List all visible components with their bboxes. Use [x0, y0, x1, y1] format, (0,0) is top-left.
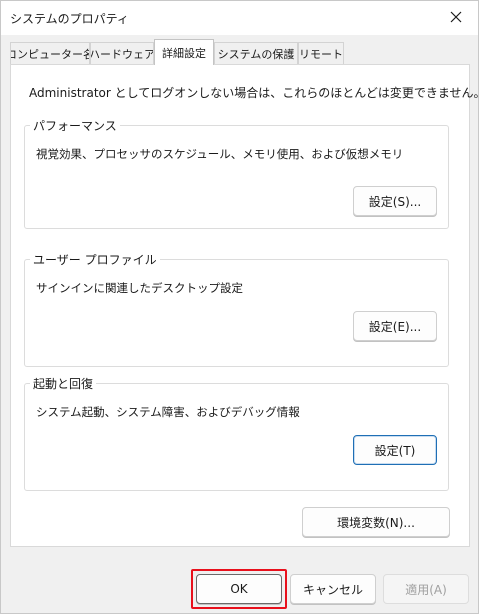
startup-recovery-settings-button[interactable]: 設定(T) [353, 435, 437, 465]
tab-label: 詳細設定 [162, 46, 206, 60]
user-profile-label: ユーザー プロファイル [30, 251, 160, 268]
cancel-label: キャンセル [302, 582, 363, 597]
ok-label: OK [230, 582, 248, 596]
tab-hardware[interactable]: ハードウェア [90, 42, 154, 64]
performance-settings-label: 設定(S)... [368, 194, 422, 209]
close-icon [450, 11, 462, 23]
performance-settings-button[interactable]: 設定(S)... [353, 186, 437, 216]
user-profile-description: サインインに関連したデスクトップ設定 [36, 281, 243, 295]
apply-label: 適用(A) [405, 582, 447, 597]
admin-note: Administrator としてログオンしない場合は、これらのほとんどは変更で… [29, 86, 479, 100]
tab-advanced[interactable]: 詳細設定 [154, 39, 214, 65]
system-properties-dialog: システムのプロパティ コンピューター名 ハードウェア 詳細設定 システムの保護 … [0, 0, 479, 614]
startup-recovery-description: システム起動、システム障害、およびデバッグ情報 [36, 405, 300, 419]
startup-recovery-settings-label: 設定(T) [374, 443, 416, 458]
performance-label: パフォーマンス [30, 117, 120, 134]
advanced-tab-panel: Administrator としてログオンしない場合は、これらのほとんどは変更で… [10, 64, 478, 547]
tab-label: ハードウェア [90, 47, 154, 61]
startup-recovery-label: 起動と回復 [30, 375, 97, 392]
apply-button[interactable]: 適用(A) [383, 574, 469, 604]
environment-variables-label: 環境変数(N)... [337, 515, 415, 530]
startup-recovery-group: 起動と回復 システム起動、システム障害、およびデバッグ情報 設定(T) [24, 375, 449, 491]
window-title: システムのプロパティ [10, 12, 129, 26]
tab-system-protection[interactable]: システムの保護 [214, 42, 298, 64]
tab-computer-name[interactable]: コンピューター名 [10, 42, 90, 64]
environment-variables-button[interactable]: 環境変数(N)... [302, 507, 450, 537]
title-bar: システムのプロパティ [1, 1, 478, 35]
cancel-button[interactable]: キャンセル [290, 574, 376, 604]
user-profile-settings-label: 設定(E)... [368, 319, 422, 334]
tab-label: リモート [299, 47, 343, 61]
tab-label: システムの保護 [217, 47, 295, 61]
close-button[interactable] [440, 4, 472, 30]
user-profile-settings-button[interactable]: 設定(E)... [353, 311, 437, 341]
user-profile-group: ユーザー プロファイル サインインに関連したデスクトップ設定 設定(E)... [24, 251, 449, 367]
tab-label: コンピューター名 [10, 47, 90, 61]
ok-button[interactable]: OK [196, 574, 282, 604]
tab-remote[interactable]: リモート [298, 42, 344, 64]
performance-group: パフォーマンス 視覚効果、プロセッサのスケジュール、メモリ使用、および仮想メモリ… [24, 117, 449, 229]
performance-description: 視覚効果、プロセッサのスケジュール、メモリ使用、および仮想メモリ [36, 147, 404, 161]
